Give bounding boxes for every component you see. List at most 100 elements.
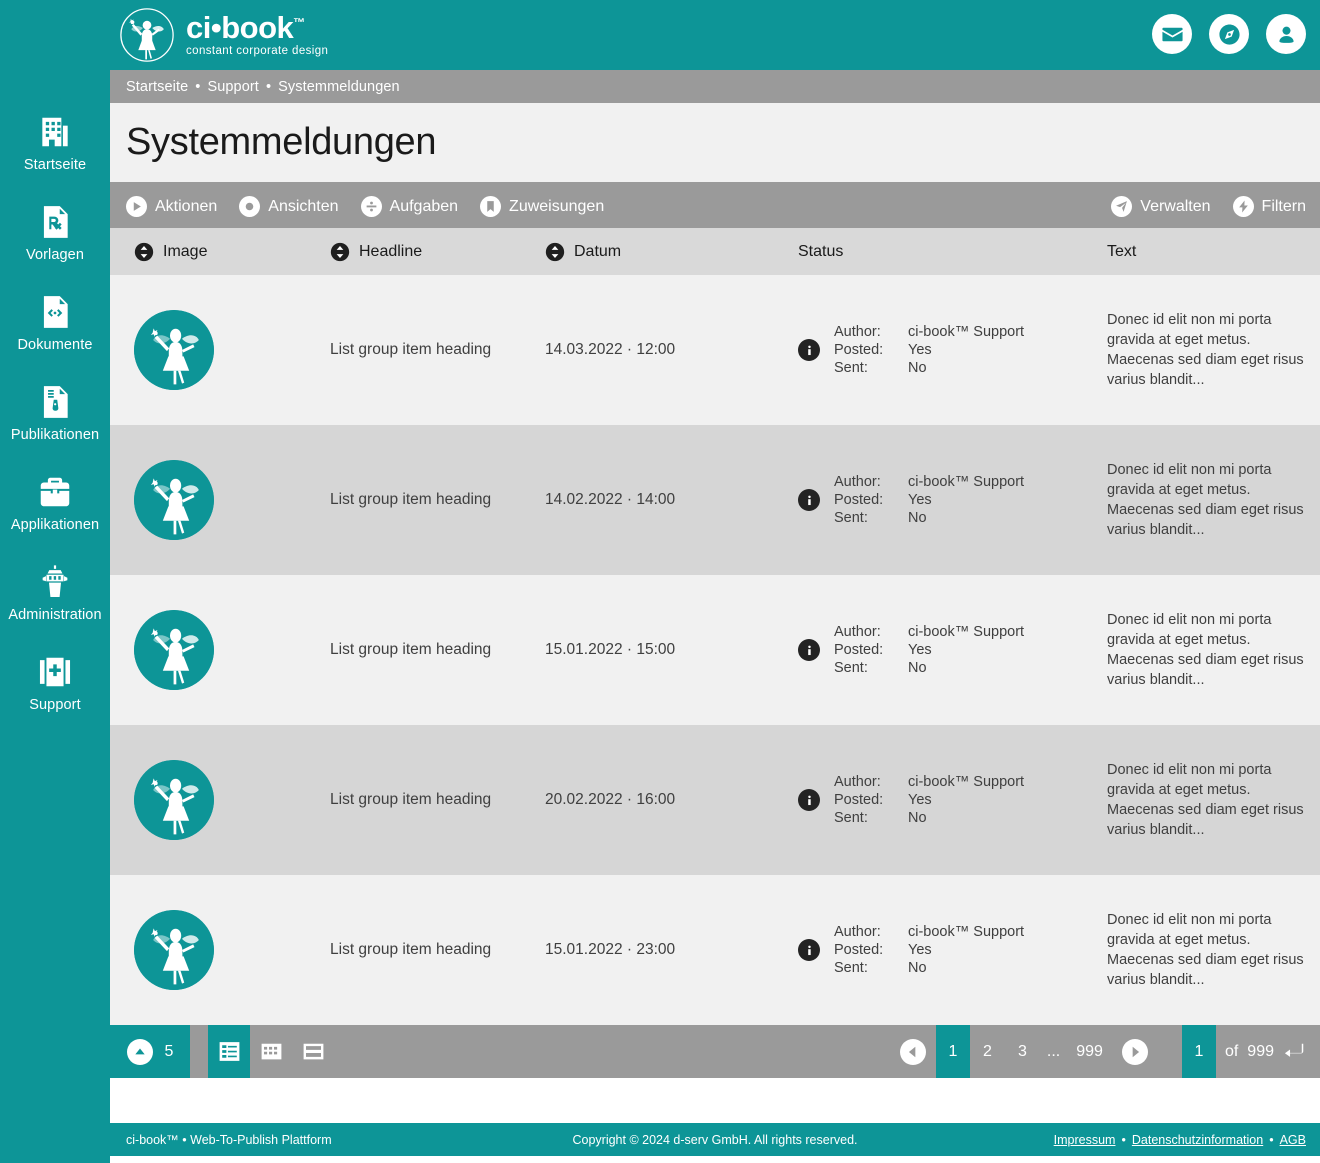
mail-icon[interactable] [1152,14,1192,54]
table-row[interactable]: List group item heading 15.01.2022 · 23:… [110,875,1320,1025]
previous-page-button[interactable] [890,1025,936,1078]
status-value-posted: Yes [908,492,932,508]
status-label-posted: Posted: [834,342,884,358]
column-header-label: Text [1107,242,1137,260]
page-jump-of-label: of [1224,1042,1239,1060]
aufgaben-button[interactable]: Aufgaben [360,196,459,217]
info-icon[interactable] [798,939,820,961]
ansichten-button[interactable]: Ansichten [239,196,339,217]
footer-link-agb[interactable]: AGB [1280,1133,1306,1147]
breadcrumb-item-support[interactable]: Support [207,79,259,95]
control-tower-icon [36,563,74,601]
enter-key-icon[interactable] [1284,1025,1320,1078]
row-headline: List group item heading [330,491,492,508]
row-text: Donec id elit non mi porta gravida at eg… [1107,762,1304,838]
status-value-posted: Yes [908,642,932,658]
sidebar-item-startseite[interactable]: Startseite [0,113,110,203]
row-text: Donec id elit non mi porta gravida at eg… [1107,462,1304,538]
list-view-icon[interactable] [208,1025,250,1078]
sidebar-item-label: Vorlagen [25,247,85,263]
sidebar-item-label: Startseite [23,157,87,173]
table-row[interactable]: List group item heading 14.03.2022 · 12:… [110,275,1320,425]
page-footer: ci-book™ • Web-To-Publish Plattform Copy… [110,1123,1320,1156]
page-number-2[interactable]: 2 [970,1025,1005,1078]
toolbar-button-label: Aufgaben [389,197,459,215]
arrow-right-icon [1121,1038,1148,1065]
building-icon [36,113,74,151]
row-status-details: Author: ci-book™ Support Posted: Yes Sen… [834,774,1024,826]
user-icon[interactable] [1266,14,1306,54]
sort-toggle-icon[interactable] [134,242,154,262]
footer-link-impressum[interactable]: Impressum [1054,1133,1116,1147]
status-value-author: ci-book™ Support [908,624,1025,640]
aktionen-button[interactable]: Aktionen [126,196,217,217]
status-label-author: Author: [834,924,881,940]
content-column: ci•book™ constant corporate design Start… [110,0,1320,1163]
zuweisungen-button[interactable]: Zuweisungen [480,196,604,217]
sidebar-item-vorlagen[interactable]: Vorlagen [0,203,110,293]
column-header-headline[interactable]: Headline [330,242,545,262]
table-row[interactable]: List group item heading 20.02.2022 · 16:… [110,725,1320,875]
sidebar-item-label: Support [29,697,81,713]
status-value-sent: No [908,960,927,976]
breadcrumb-item-systemmeldungen[interactable]: Systemmeldungen [278,79,400,95]
info-icon[interactable] [798,639,820,661]
detail-view-icon[interactable] [292,1025,334,1078]
status-label-author: Author: [834,774,881,790]
row-status-cell: Author: ci-book™ Support Posted: Yes Sen… [770,624,1100,676]
row-headline: List group item heading [330,641,492,658]
page-number-3[interactable]: 3 [1005,1025,1040,1078]
row-headline: List group item heading [330,791,492,808]
sidebar-item-support[interactable]: Support [0,653,110,743]
status-label-author: Author: [834,624,881,640]
next-page-button[interactable] [1112,1025,1158,1078]
brand-tagline: constant corporate design [186,45,329,58]
row-date: 14.03.2022 · 12:00 [545,341,676,358]
status-value-posted: Yes [908,942,932,958]
brand-name: ci•book [186,10,294,46]
sort-toggle-icon[interactable] [545,242,565,262]
table-body: List group item heading 14.03.2022 · 12:… [110,275,1320,1025]
page-size-selector[interactable]: 5 [110,1025,190,1078]
pagination-controls: 1 2 3 ... 999 [890,1025,1158,1078]
status-label-sent: Sent: [834,810,868,826]
info-icon[interactable] [798,489,820,511]
breadcrumb: Startseite • Support • Systemmeldungen [110,70,1320,103]
status-label-author: Author: [834,324,881,340]
top-header: ci•book™ constant corporate design [110,0,1320,70]
status-value-author: ci-book™ Support [908,774,1025,790]
footer-links: Impressum • Datenschutzinformation • AGB [1054,1133,1306,1147]
footer-link-datenschutz[interactable]: Datenschutzinformation [1132,1133,1263,1147]
prescription-document-icon [36,203,74,241]
toolbar-button-label: Filtern [1261,197,1306,215]
breadcrumb-item-startseite[interactable]: Startseite [126,79,188,95]
column-header-label: Headline [359,242,423,260]
column-header-image[interactable]: Image [110,242,330,262]
status-label-posted: Posted: [834,642,884,658]
page-jump-input[interactable]: 1 [1181,1025,1216,1078]
column-header-datum[interactable]: Datum [545,242,770,262]
compass-icon[interactable] [1209,14,1249,54]
page-number-1[interactable]: 1 [935,1025,970,1078]
sort-toggle-icon[interactable] [330,242,350,262]
page-number-last[interactable]: 999 [1067,1025,1112,1078]
sidebar-item-administration[interactable]: Administration [0,563,110,653]
sidebar-item-dokumente[interactable]: Dokumente [0,293,110,383]
info-icon[interactable] [798,339,820,361]
grid-view-icon[interactable] [250,1025,292,1078]
table-row[interactable]: List group item heading 14.02.2022 · 14:… [110,425,1320,575]
info-icon[interactable] [798,789,820,811]
table-row[interactable]: List group item heading 15.01.2022 · 15:… [110,575,1320,725]
sidebar-item-applikationen[interactable]: Applikationen [0,473,110,563]
sidebar-item-publikationen[interactable]: Publikationen [0,383,110,473]
footer-copyright: Copyright © 2024 d-serv GmbH. All rights… [572,1132,858,1147]
status-label-sent: Sent: [834,510,868,526]
filtern-button[interactable]: Filtern [1232,196,1306,217]
footer-link-separator: • [1269,1132,1274,1147]
page-title: Systemmeldungen [126,121,437,163]
brand-logo[interactable]: ci•book™ constant corporate design [118,6,328,64]
toolbar-right-group: Verwalten Filtern [1111,196,1306,217]
row-status-details: Author: ci-book™ Support Posted: Yes Sen… [834,474,1024,526]
verwalten-button[interactable]: Verwalten [1111,196,1211,217]
view-mode-group [208,1025,334,1078]
